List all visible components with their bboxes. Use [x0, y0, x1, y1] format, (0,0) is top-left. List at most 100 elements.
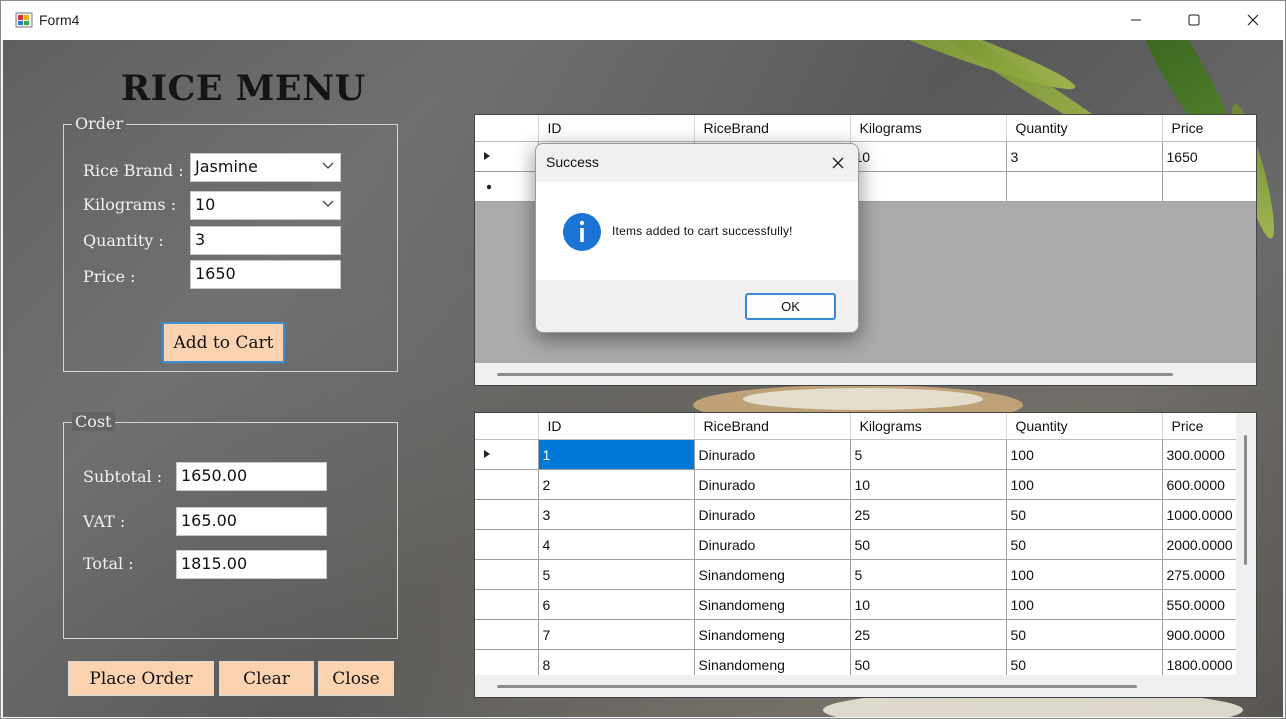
cell-brand[interactable]: Dinurado [694, 499, 851, 530]
cell-kilograms[interactable]: 25 [850, 619, 1007, 650]
cell-id[interactable]: 5 [538, 559, 695, 590]
column-header-ricebrand[interactable]: RiceBrand [694, 115, 851, 142]
table-row[interactable]: 4 Dinurado 50 50 2000.0000 [475, 529, 1238, 560]
minimize-button[interactable] [1113, 5, 1159, 35]
vat-field[interactable]: 165.00 [176, 507, 327, 536]
row-selector[interactable] [475, 559, 539, 590]
cell-price[interactable]: 600.0000 [1162, 469, 1238, 500]
cell-quantity[interactable]: 50 [1006, 619, 1163, 650]
cell-price[interactable]: 2000.0000 [1162, 529, 1238, 560]
cell-empty[interactable] [1162, 171, 1256, 202]
cell-brand[interactable]: Sinandomeng [694, 559, 851, 590]
cell-brand[interactable]: Dinurado [694, 439, 851, 470]
cell-id[interactable]: 3 [538, 499, 695, 530]
table-row[interactable]: 7 Sinandomeng 25 50 900.0000 [475, 619, 1238, 650]
column-header-kilograms[interactable]: Kilograms [850, 413, 1007, 440]
cell-id[interactable]: 6 [538, 589, 695, 620]
title-bar[interactable]: Form4 [1, 1, 1285, 40]
cell-id[interactable]: 1 [538, 439, 695, 470]
cell-brand[interactable]: Sinandomeng [694, 589, 851, 620]
cell-brand[interactable]: Dinurado [694, 469, 851, 500]
cell-price[interactable]: 1650 [1162, 141, 1256, 172]
close-icon [1247, 14, 1259, 26]
price-input[interactable]: 1650 [190, 260, 341, 289]
scrollbar-thumb[interactable] [497, 685, 1137, 688]
row-selector[interactable] [475, 499, 539, 530]
row-selector[interactable] [475, 589, 539, 620]
cell-price[interactable]: 900.0000 [1162, 619, 1238, 650]
cell-kilograms[interactable]: 10 [850, 469, 1007, 500]
column-header-id[interactable]: ID [538, 413, 695, 440]
cell-quantity[interactable]: 50 [1006, 499, 1163, 530]
row-selector[interactable] [475, 619, 539, 650]
close-button[interactable]: Close [318, 661, 394, 696]
clear-button[interactable]: Clear [219, 661, 314, 696]
quantity-input[interactable]: 3 [190, 226, 341, 255]
price-label: Price : [83, 267, 136, 286]
cell-quantity[interactable]: 3 [1006, 141, 1163, 172]
cell-brand[interactable]: Dinurado [694, 529, 851, 560]
cell-price[interactable]: 550.0000 [1162, 589, 1238, 620]
cell-kilograms[interactable]: 10 [850, 589, 1007, 620]
ok-button[interactable]: OK [745, 293, 836, 320]
table-row[interactable]: 1 Dinurado 5 100 300.0000 [475, 439, 1238, 470]
column-header-price[interactable]: Price [1162, 115, 1256, 142]
kilograms-label: Kilograms : [83, 195, 177, 214]
dialog-body: Items added to cart successfully! [536, 182, 858, 280]
page-title: RICE MENU [121, 68, 366, 109]
scrollbar-thumb[interactable] [1244, 435, 1247, 565]
cell-quantity[interactable]: 100 [1006, 559, 1163, 590]
dialog-close-button[interactable] [828, 153, 848, 173]
total-field[interactable]: 1815.00 [176, 550, 327, 579]
cell-quantity[interactable]: 50 [1006, 529, 1163, 560]
table-row[interactable]: 6 Sinandomeng 10 100 550.0000 [475, 589, 1238, 620]
window-close-button[interactable] [1230, 5, 1276, 35]
scrollbar-thumb[interactable] [497, 373, 1173, 376]
subtotal-field[interactable]: 1650.00 [176, 462, 327, 491]
column-header-id[interactable]: ID [538, 115, 695, 142]
cell-id[interactable]: 2 [538, 469, 695, 500]
row-selector[interactable] [475, 529, 539, 560]
rice-decoration [743, 388, 983, 410]
menu-grid[interactable]: ID RiceBrand Kilograms Quantity Price 1 … [474, 412, 1257, 698]
cell-brand[interactable]: Sinandomeng [694, 619, 851, 650]
maximize-button[interactable] [1171, 5, 1217, 35]
place-order-button[interactable]: Place Order [68, 661, 214, 696]
cell-quantity[interactable]: 100 [1006, 469, 1163, 500]
vertical-scrollbar[interactable] [1236, 413, 1256, 675]
cell-price[interactable]: 300.0000 [1162, 439, 1238, 470]
table-row[interactable]: 3 Dinurado 25 50 1000.0000 [475, 499, 1238, 530]
cell-empty[interactable] [850, 171, 1007, 202]
column-header-kilograms[interactable]: Kilograms [850, 115, 1007, 142]
column-header-price[interactable]: Price [1162, 413, 1238, 440]
cell-kilograms[interactable]: 5 [850, 559, 1007, 590]
table-row[interactable]: 5 Sinandomeng 5 100 275.0000 [475, 559, 1238, 590]
row-selector[interactable] [475, 469, 539, 500]
add-to-cart-button[interactable]: Add to Cart [162, 322, 285, 363]
cell-kilograms[interactable]: 50 [850, 529, 1007, 560]
cell-kilograms[interactable]: 25 [850, 499, 1007, 530]
cell-kilograms[interactable]: 10 [850, 141, 1007, 172]
cell-id[interactable]: 7 [538, 619, 695, 650]
row-selector[interactable] [475, 171, 539, 202]
cell-price[interactable]: 275.0000 [1162, 559, 1238, 590]
cell-id[interactable]: 4 [538, 529, 695, 560]
cell-quantity[interactable]: 100 [1006, 439, 1163, 470]
kilograms-value: 10 [195, 195, 216, 214]
horizontal-scrollbar[interactable] [475, 363, 1256, 385]
horizontal-scrollbar[interactable] [475, 675, 1256, 697]
cell-kilograms[interactable]: 5 [850, 439, 1007, 470]
row-selector[interactable] [475, 141, 539, 172]
rice-brand-dropdown[interactable]: Jasmine [190, 153, 341, 182]
row-selector[interactable] [475, 439, 539, 470]
column-header-ricebrand[interactable]: RiceBrand [694, 413, 851, 440]
column-header-quantity[interactable]: Quantity [1006, 115, 1163, 142]
cell-empty[interactable] [1006, 171, 1163, 202]
cell-price[interactable]: 1000.0000 [1162, 499, 1238, 530]
table-row[interactable]: 2 Dinurado 10 100 600.0000 [475, 469, 1238, 500]
cell-quantity[interactable]: 100 [1006, 589, 1163, 620]
success-dialog: Success Items added to cart successfully… [535, 143, 859, 333]
kilograms-dropdown[interactable]: 10 [190, 191, 341, 220]
column-header-quantity[interactable]: Quantity [1006, 413, 1163, 440]
total-label: Total : [83, 554, 134, 573]
